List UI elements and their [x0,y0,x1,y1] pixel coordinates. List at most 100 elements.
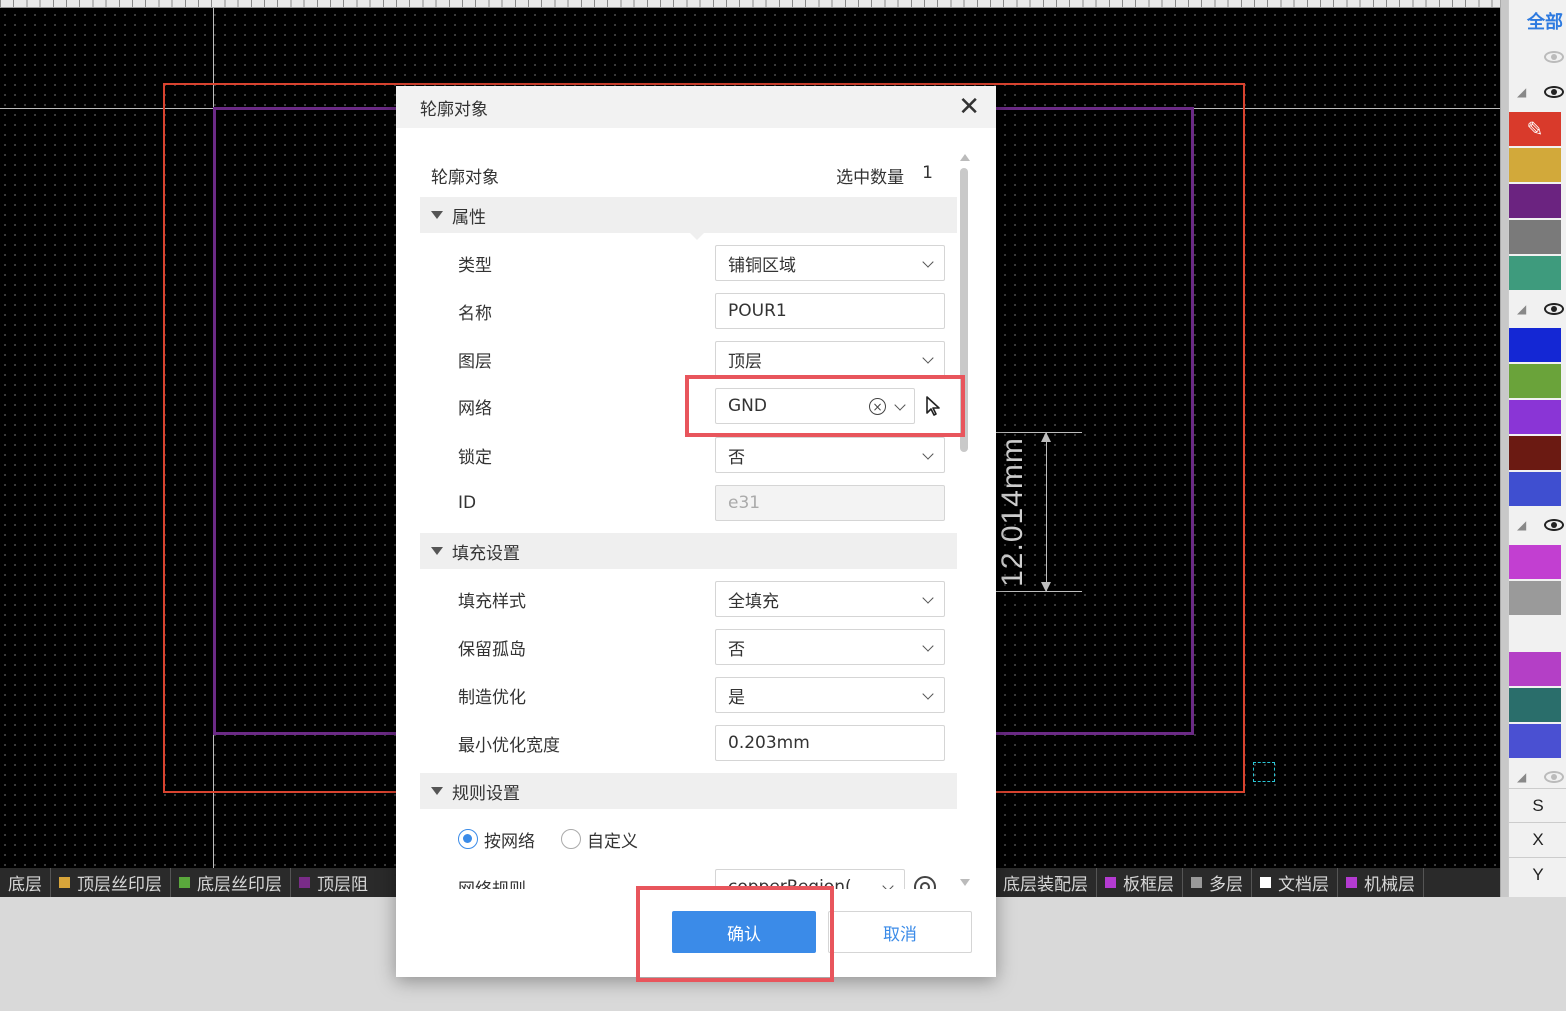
group-toggle-row: ◢ [1509,512,1566,538]
select-value: 否 [728,447,745,468]
layer-swatch[interactable] [1509,545,1561,579]
layer-tab-top-silk[interactable]: 顶层丝印层 [51,868,171,897]
layer-swatch[interactable] [1509,724,1561,758]
prop-row-min-width: 最小优化宽度 0.203mm [420,725,957,761]
eye-hidden-icon[interactable] [1544,51,1564,63]
panel-splitter[interactable] [1500,0,1508,897]
eye-icon[interactable] [1544,519,1564,531]
radio-by-net[interactable]: 按网络 [458,827,535,852]
prop-row-manufacture-opt: 制造优化 是 [420,677,957,713]
layer-tab-bottom[interactable]: 底层 [0,868,51,897]
fill-style-select[interactable]: 全填充 [715,581,945,617]
radio-unchecked-icon [561,829,581,849]
prop-row-layer: 图层 顶层 [420,341,957,377]
layer-tab-label: 底层丝印层 [197,875,282,895]
dimension-tick-bottom [996,591,1082,592]
layer-tab-board-outline[interactable]: 板框层 [1097,868,1183,897]
gear-icon[interactable] [914,876,936,889]
layer-color-swatch [179,877,190,888]
select-value: 铺铜区域 [728,255,796,276]
section-fill[interactable]: 填充设置 [420,533,957,569]
group-toggle-row: ◢ [1509,296,1566,322]
layer-tab-mechanical[interactable]: 机械层 [1338,868,1424,897]
lock-select[interactable]: 否 [715,437,945,473]
layer-shortcut-x[interactable]: X [1509,822,1566,856]
scroll-up-icon[interactable] [960,154,970,161]
pencil-icon: ✎ [1526,117,1544,141]
type-select[interactable]: 铺铜区域 [715,245,945,281]
dialog-scrollbar[interactable] [957,152,971,888]
keep-islands-select[interactable]: 否 [715,629,945,665]
layer-color-swatch [1260,877,1271,888]
outline-object-dialog: 轮廓对象 ✕ 轮廓对象 选中数量 1 属性 类型 铺铜区域 名称 POUR1 图层… [396,86,996,977]
dialog-header: 轮廓对象 ✕ [396,86,996,128]
name-input[interactable]: POUR1 [715,293,945,329]
prop-label: 最小优化宽度 [458,735,560,756]
chevron-down-icon [922,640,934,652]
layer-shortcut-s[interactable]: S [1509,788,1566,822]
layer-swatch[interactable] [1509,256,1561,290]
layer-tab-label: 底层装配层 [1003,875,1088,895]
prop-row-name: 名称 POUR1 [420,293,957,329]
active-layer-swatch[interactable]: ✎ [1509,112,1561,146]
chevron-down-icon [882,880,894,889]
layer-swatch[interactable] [1509,220,1561,254]
scroll-down-icon[interactable] [960,879,970,886]
collapse-triangle-icon[interactable]: ◢ [1517,85,1526,99]
dimension-label: 12.014mm [996,437,1029,587]
radio-custom[interactable]: 自定义 [561,827,638,852]
section-properties[interactable]: 属性 [420,197,957,233]
section-title: 属性 [452,207,486,228]
prop-row-lock: 锁定 否 [420,437,957,473]
layer-select[interactable]: 顶层 [715,341,945,377]
eye-icon[interactable] [1544,303,1564,315]
top-ruler [0,0,1500,8]
select-value: 否 [728,639,745,660]
dialog-title: 轮廓对象 [420,99,488,120]
layer-swatch[interactable] [1509,581,1561,615]
layer-swatch[interactable] [1509,436,1561,470]
dialog-body[interactable]: 轮廓对象 选中数量 1 属性 类型 铺铜区域 名称 POUR1 图层 顶层 网络 … [420,155,957,889]
prop-label: 类型 [458,255,492,276]
layer-swatch[interactable] [1509,328,1561,362]
dimension-line [1046,432,1047,592]
layer-swatch[interactable] [1509,472,1561,506]
prop-label: 图层 [458,351,492,372]
section-rules[interactable]: 规则设置 [420,773,957,809]
layer-tab-document[interactable]: 文档层 [1252,868,1338,897]
collapse-triangle-icon [431,211,443,219]
eye-hidden-icon[interactable] [1544,771,1564,783]
layer-tab-label: 多层 [1209,875,1243,895]
prop-row-keep-islands: 保留孤岛 否 [420,629,957,665]
id-input: e31 [715,485,945,521]
layer-tab-bottom-silk[interactable]: 底层丝印层 [171,868,291,897]
show-all-layers-button[interactable]: 全部 [1509,8,1566,34]
layer-tab-multi[interactable]: 多层 [1183,868,1252,897]
collapse-triangle-icon [431,787,443,795]
eye-icon[interactable] [1544,86,1564,98]
hide-all-row [1509,44,1566,70]
input-value: 0.203mm [728,733,810,753]
collapse-triangle-icon[interactable]: ◢ [1517,302,1526,316]
layer-shortcut-y[interactable]: Y [1509,857,1566,891]
chevron-down-icon [922,448,934,460]
layer-swatch[interactable] [1509,184,1561,218]
close-icon[interactable]: ✕ [958,94,980,120]
manufacture-opt-select[interactable]: 是 [715,677,945,713]
group-toggle-row: ◢ [1509,764,1566,790]
layer-swatch[interactable] [1509,688,1561,722]
layer-swatch[interactable] [1509,148,1561,182]
collapse-triangle-icon[interactable]: ◢ [1517,518,1526,532]
section-notch [688,231,706,240]
dimension-tick-top [996,432,1082,433]
input-value: e31 [728,493,761,513]
layer-swatch[interactable] [1509,364,1561,398]
min-width-input[interactable]: 0.203mm [715,725,945,761]
layer-swatch[interactable] [1509,400,1561,434]
cancel-button[interactable]: 取消 [828,911,972,953]
prop-row-fill-style: 填充样式 全填充 [420,581,957,617]
collapse-triangle-icon[interactable]: ◢ [1517,770,1526,784]
prop-row-id: ID e31 [420,485,957,521]
prop-label: 锁定 [458,447,492,468]
layer-swatch[interactable] [1509,652,1561,686]
